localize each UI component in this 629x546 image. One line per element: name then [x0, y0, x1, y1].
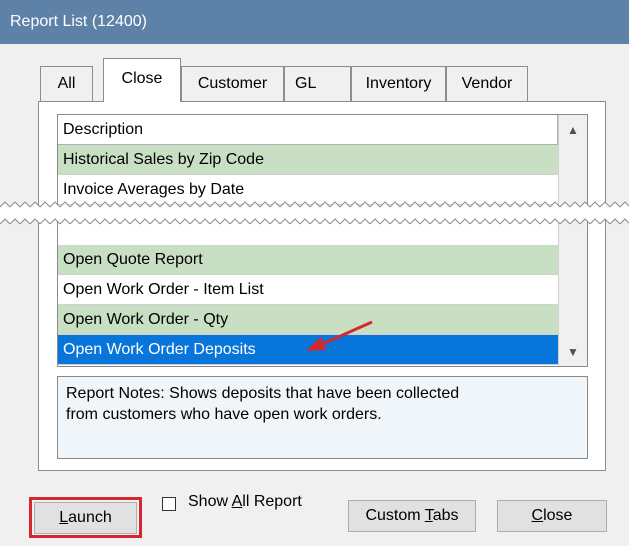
report-list-window: Report List (12400) All Close Customer G… — [0, 0, 629, 546]
torn-edge-icon — [0, 201, 629, 229]
annotation-arrow-icon — [306, 320, 373, 351]
